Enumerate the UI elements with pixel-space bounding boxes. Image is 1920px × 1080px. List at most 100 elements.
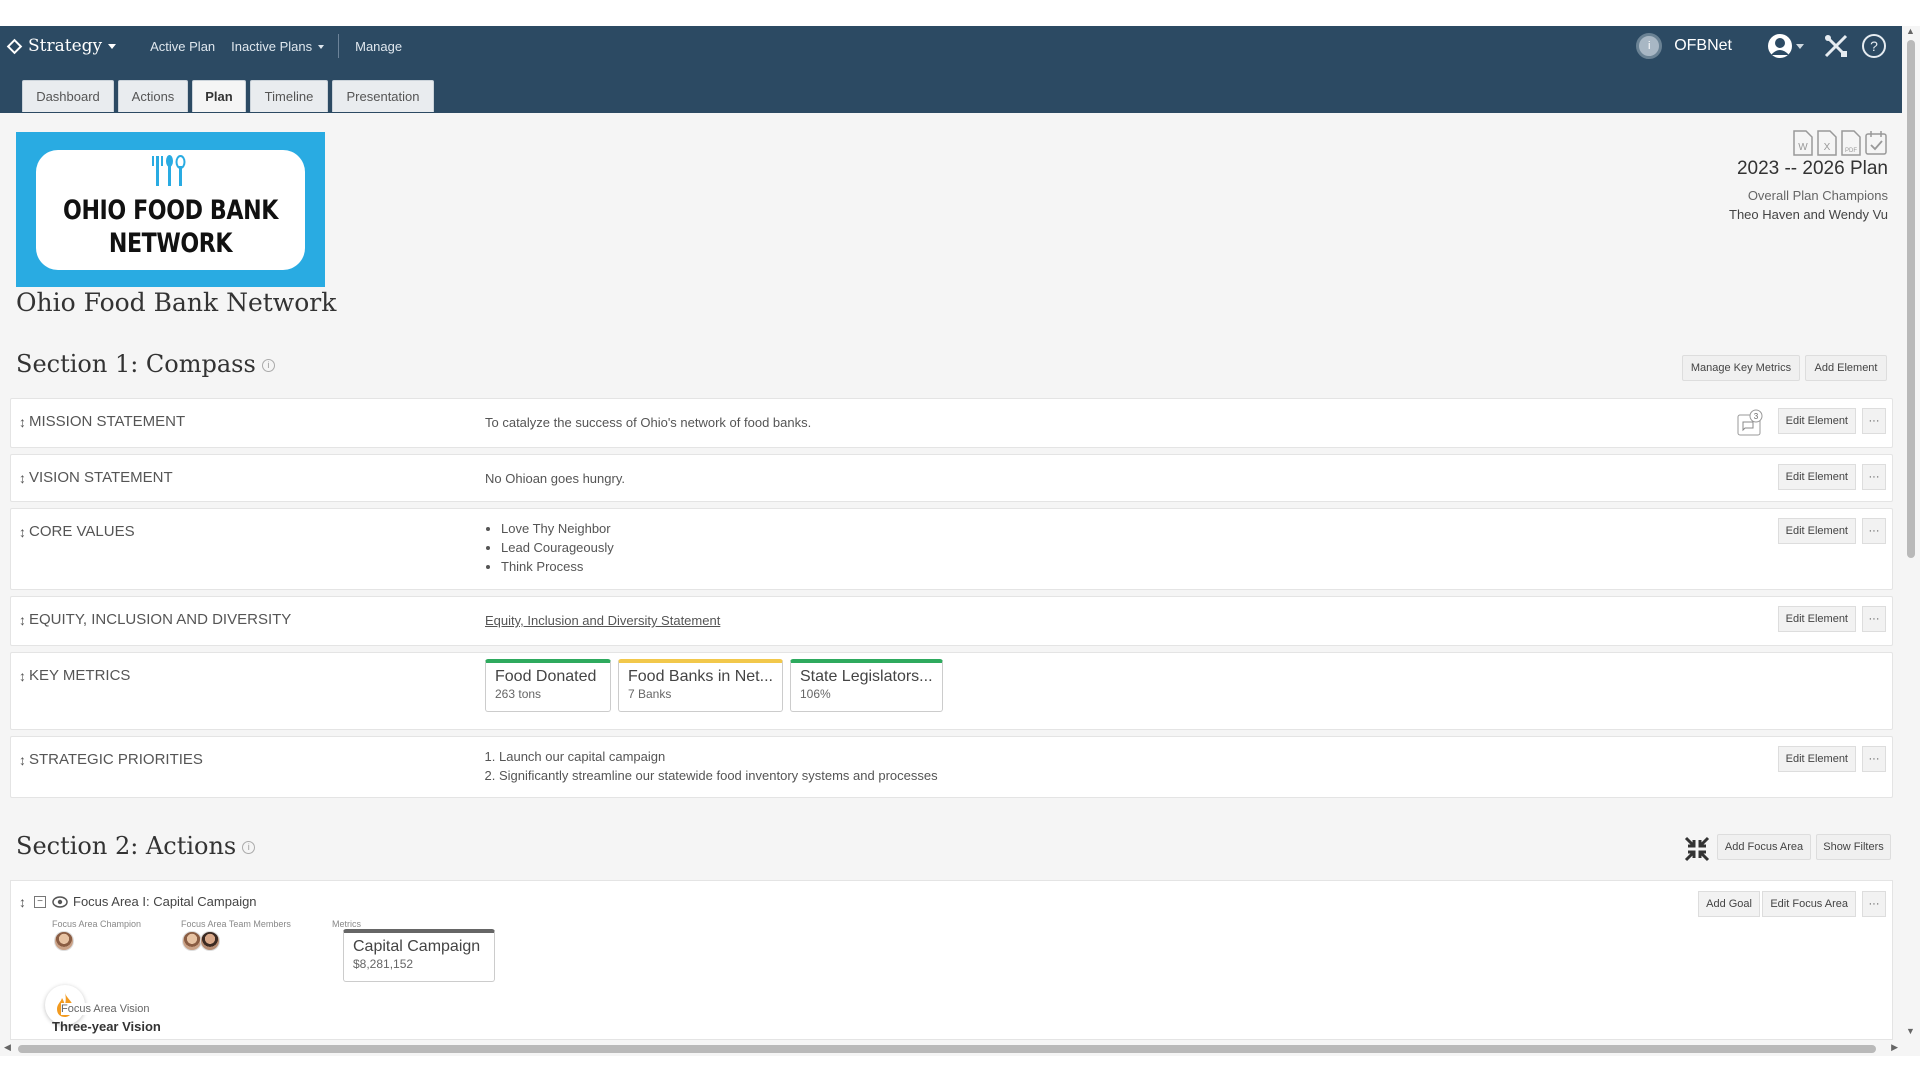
edit-element-button[interactable]: Edit Element bbox=[1777, 408, 1856, 434]
add-focus-area-button[interactable]: Add Focus Area bbox=[1717, 834, 1811, 860]
nav-manage[interactable]: Manage bbox=[355, 39, 402, 54]
metric-card[interactable]: Food Banks in Net... 7 Banks bbox=[618, 659, 783, 712]
horizontal-scrollbar[interactable]: ◀ ▶ bbox=[0, 1040, 1902, 1056]
horizontal-scroll-thumb[interactable] bbox=[18, 1045, 1876, 1053]
excel-export-icon[interactable]: X bbox=[1816, 130, 1838, 156]
logo-text: OHIO FOOD BANK NETWORK bbox=[60, 194, 281, 260]
org-name[interactable]: OFBNet bbox=[1674, 37, 1732, 55]
tab-timeline[interactable]: Timeline bbox=[250, 80, 328, 112]
priorities-list: Launch our capital campaign Significantl… bbox=[485, 747, 938, 785]
collapse-all-icon[interactable] bbox=[1684, 836, 1710, 862]
export-icons: W X PDF bbox=[1729, 130, 1888, 156]
mission-statement-row: ↕ MISSION STATEMENT To catalyze the succ… bbox=[10, 398, 1893, 448]
bottom-margin bbox=[0, 1056, 1920, 1080]
add-goal-button[interactable]: Add Goal bbox=[1698, 891, 1760, 917]
svg-text:?: ? bbox=[1870, 38, 1878, 54]
word-export-icon[interactable]: W bbox=[1792, 130, 1814, 156]
row-label: EQUITY, INCLUSION AND DIVERSITY bbox=[29, 611, 292, 628]
plan-champions: Theo Haven and Wendy Vu bbox=[1729, 207, 1888, 222]
tab-plan[interactable]: Plan bbox=[192, 80, 246, 112]
team-label: Focus Area Team Members bbox=[181, 919, 291, 929]
add-element-button[interactable]: Add Element bbox=[1805, 355, 1887, 381]
top-navbar: Strategy Active Plan Inactive Plans Mana… bbox=[0, 26, 1902, 66]
more-options-button[interactable]: ··· bbox=[1862, 606, 1886, 632]
drag-handle-icon[interactable]: ↕ bbox=[19, 524, 26, 540]
equity-row: ↕ EQUITY, INCLUSION AND DIVERSITY Equity… bbox=[10, 596, 1893, 646]
edit-element-button[interactable]: Edit Element bbox=[1777, 746, 1856, 772]
calendar-check-icon[interactable] bbox=[1864, 130, 1888, 156]
vertical-scroll-thumb[interactable] bbox=[1907, 40, 1915, 558]
comments-icon[interactable]: 3 bbox=[1736, 409, 1764, 437]
section-1-title-text: Section 1: Compass bbox=[16, 350, 256, 378]
metric-card[interactable]: State Legislators... 106% bbox=[790, 659, 943, 712]
info-icon[interactable]: i bbox=[261, 359, 275, 372]
section-2-title: Section 2: Actions i bbox=[16, 832, 256, 860]
nav-inactive-plans[interactable]: Inactive Plans bbox=[231, 38, 325, 54]
scroll-up-icon[interactable]: ▲ bbox=[1906, 26, 1915, 36]
tab-presentation[interactable]: Presentation bbox=[332, 80, 434, 112]
brand-label: Strategy bbox=[28, 36, 103, 56]
focus-area-vision-title: Three-year Vision bbox=[52, 1019, 161, 1034]
metric-name: Food Banks in Net... bbox=[628, 668, 773, 685]
show-filters-button[interactable]: Show Filters bbox=[1816, 834, 1891, 860]
more-options-button[interactable]: ··· bbox=[1862, 408, 1886, 434]
comment-count: 3 bbox=[1754, 412, 1759, 421]
more-options-button[interactable]: ··· bbox=[1862, 891, 1886, 917]
scroll-down-icon[interactable]: ▼ bbox=[1906, 1026, 1915, 1036]
drag-handle-icon[interactable]: ↕ bbox=[19, 414, 26, 430]
drag-handle-icon[interactable]: ↕ bbox=[19, 470, 26, 486]
champion-avatar[interactable] bbox=[54, 931, 74, 951]
tab-actions[interactable]: Actions bbox=[118, 80, 188, 112]
svg-text:PDF: PDF bbox=[1845, 148, 1857, 154]
mission-text: To catalyze the success of Ohio's networ… bbox=[485, 415, 812, 430]
vertical-scrollbar[interactable]: ▲ ▼ bbox=[1902, 26, 1920, 1056]
tab-dashboard[interactable]: Dashboard bbox=[22, 80, 114, 112]
edit-element-button[interactable]: Edit Element bbox=[1777, 606, 1856, 632]
drag-handle-icon[interactable]: ↕ bbox=[19, 894, 26, 910]
chevron-down-icon[interactable] bbox=[1796, 43, 1804, 49]
chevron-down-icon bbox=[108, 43, 117, 49]
org-icon[interactable]: i bbox=[1636, 33, 1663, 59]
drag-handle-icon[interactable]: ↕ bbox=[19, 612, 26, 628]
edit-focus-area-button[interactable]: Edit Focus Area bbox=[1762, 891, 1856, 917]
user-avatar-icon[interactable] bbox=[1766, 32, 1794, 60]
team-member-avatar[interactable] bbox=[200, 931, 220, 951]
drag-handle-icon[interactable]: ↕ bbox=[19, 668, 26, 684]
more-options-button[interactable]: ··· bbox=[1862, 518, 1886, 544]
nav-inactive-plans-label: Inactive Plans bbox=[231, 38, 313, 54]
scroll-left-icon[interactable]: ◀ bbox=[4, 1042, 11, 1053]
help-icon[interactable]: ? bbox=[1860, 32, 1888, 60]
manage-key-metrics-button[interactable]: Manage Key Metrics bbox=[1682, 355, 1800, 381]
pdf-export-icon[interactable]: PDF bbox=[1840, 130, 1862, 156]
chevron-down-icon bbox=[318, 45, 325, 50]
list-item: Lead Courageously bbox=[501, 538, 614, 557]
nav-active-plan[interactable]: Active Plan bbox=[150, 39, 215, 54]
strategic-priorities-row: ↕ STRATEGIC PRIORITIES Launch our capita… bbox=[10, 736, 1893, 798]
team-member-avatar[interactable] bbox=[182, 931, 202, 951]
more-options-button[interactable]: ··· bbox=[1862, 464, 1886, 490]
drag-handle-icon[interactable]: ↕ bbox=[19, 752, 26, 768]
brand-menu[interactable]: Strategy bbox=[6, 36, 117, 56]
edit-element-button[interactable]: Edit Element bbox=[1777, 518, 1856, 544]
logo-card: OHIO FOOD BANK NETWORK bbox=[36, 150, 305, 270]
section-1-title: Section 1: Compass i bbox=[16, 350, 275, 378]
equity-statement-link[interactable]: Equity, Inclusion and Diversity Statemen… bbox=[485, 613, 720, 628]
nav-divider bbox=[338, 34, 340, 58]
metric-card[interactable]: Capital Campaign $8,281,152 bbox=[343, 929, 495, 982]
focus-area-vision-label: Focus Area Vision bbox=[61, 1003, 150, 1015]
top-margin bbox=[0, 0, 1920, 26]
more-options-button[interactable]: ··· bbox=[1862, 746, 1886, 772]
metric-card[interactable]: Food Donated 263 tons bbox=[485, 659, 611, 712]
info-icon[interactable]: i bbox=[242, 841, 256, 854]
eye-icon[interactable] bbox=[52, 895, 68, 909]
metric-name: Food Donated bbox=[495, 668, 597, 685]
vision-text: No Ohioan goes hungry. bbox=[485, 471, 625, 486]
row-label: MISSION STATEMENT bbox=[29, 413, 186, 430]
row-label: CORE VALUES bbox=[29, 523, 135, 540]
tools-icon[interactable] bbox=[1822, 32, 1850, 60]
nav-right-tools: i OFBNet ? bbox=[1636, 26, 1888, 66]
collapse-toggle-icon[interactable]: − bbox=[34, 896, 46, 908]
edit-element-button[interactable]: Edit Element bbox=[1777, 464, 1856, 490]
org-title: Ohio Food Bank Network bbox=[16, 288, 337, 317]
scroll-right-icon[interactable]: ▶ bbox=[1891, 1042, 1898, 1053]
